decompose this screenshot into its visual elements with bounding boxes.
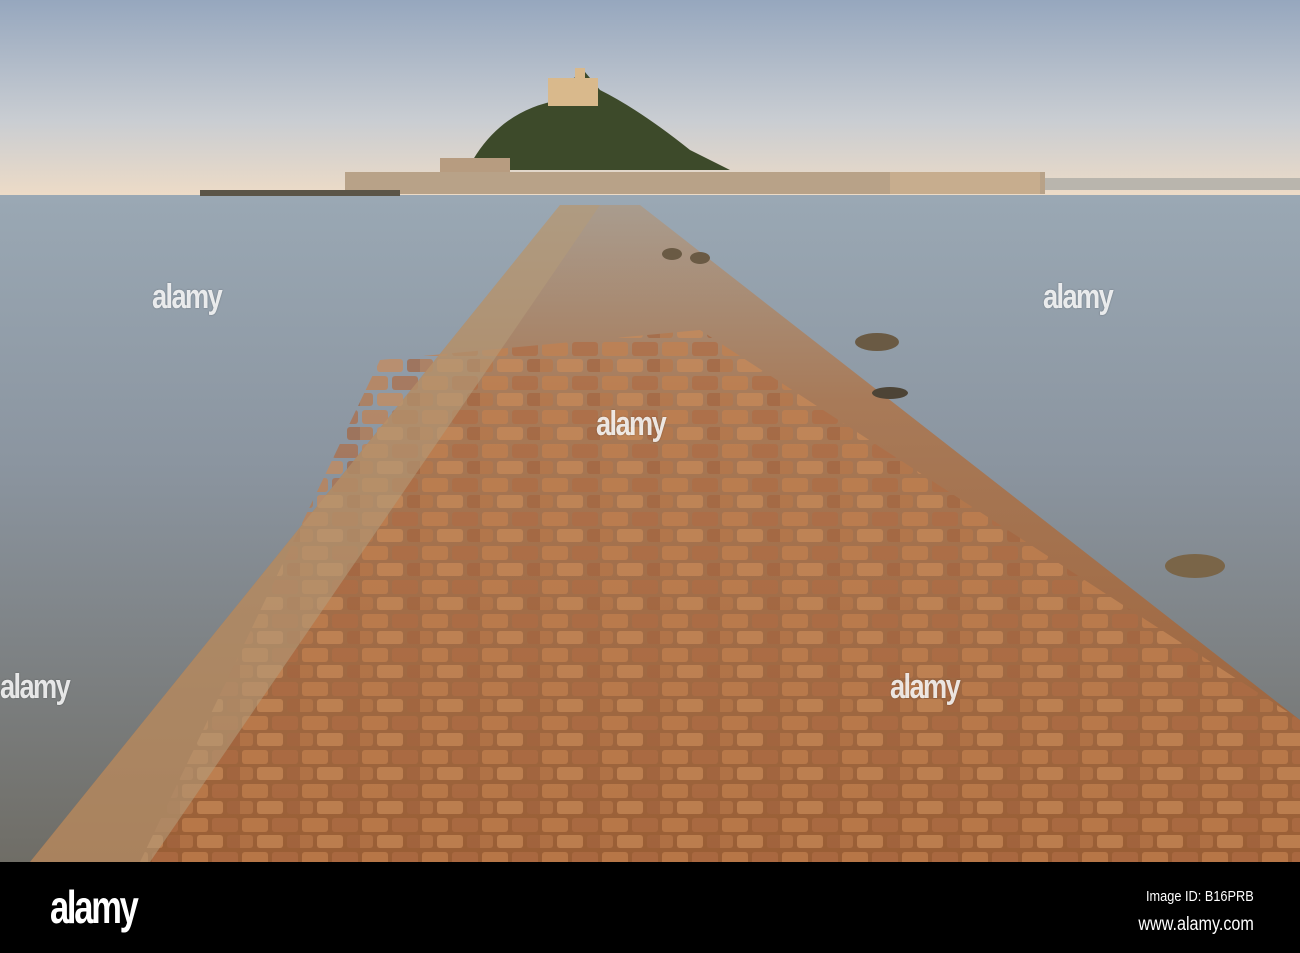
stock-photo-page: alamy alamy alamy alamy alamy alamy Imag… [0, 0, 1300, 953]
watermark: alamy [152, 278, 223, 316]
watermark: alamy [596, 405, 667, 443]
alamy-logo: alamy [50, 881, 139, 933]
watermark: alamy [1043, 278, 1114, 316]
image-id: Image ID: B16PRB [1146, 888, 1254, 905]
watermark: alamy [0, 668, 71, 706]
watermark: alamy [890, 668, 961, 706]
website-link[interactable]: www.alamy.com [1139, 914, 1254, 936]
footer-bar: alamy Image ID: B16PRB www.alamy.com [0, 862, 1300, 953]
